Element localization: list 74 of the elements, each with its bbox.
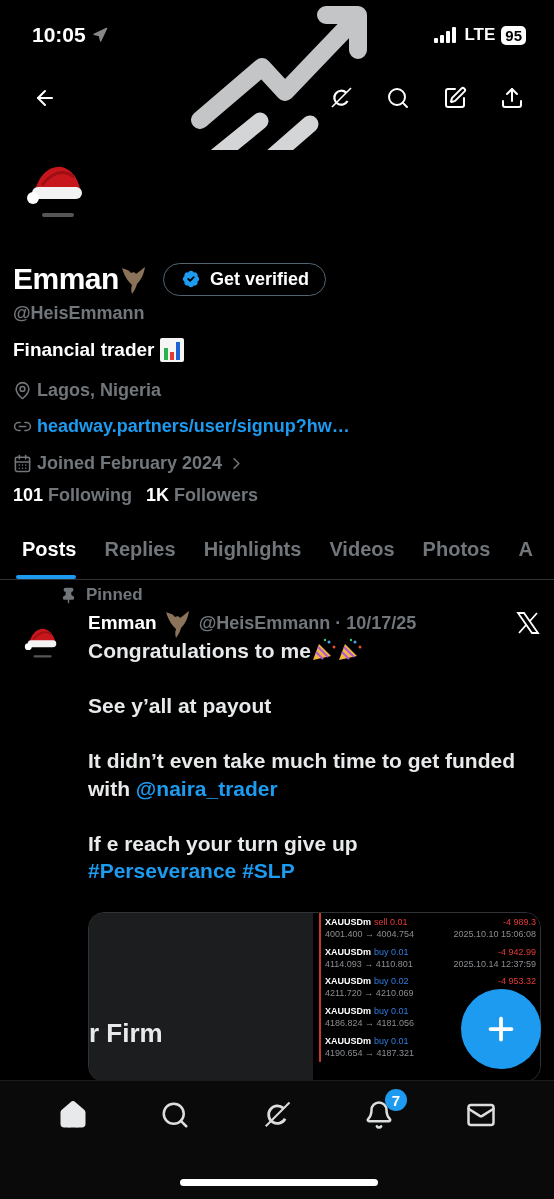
- trade-symbol: XAUUSDm: [325, 1036, 371, 1047]
- trade-prices: 4114.093 → 4110.801: [325, 958, 413, 969]
- signal-icon: [434, 27, 459, 43]
- party-popper-icon: [310, 638, 337, 662]
- pinned-label: Pinned: [86, 585, 143, 605]
- search-icon: [160, 1100, 190, 1130]
- trade-order: buy 0.01: [374, 1036, 409, 1047]
- card-text: r Firm: [89, 1018, 163, 1049]
- mention-link[interactable]: @naira_trader: [135, 776, 278, 800]
- verified-badge-icon: [179, 268, 202, 290]
- pin-icon: [60, 586, 77, 604]
- search-button[interactable]: [386, 85, 410, 110]
- share-button[interactable]: [500, 85, 524, 110]
- stat-label[interactable]: Following: [48, 484, 133, 506]
- trade-profit: -4 953.32: [497, 976, 536, 987]
- get-verified-button[interactable]: Get verified: [162, 262, 326, 296]
- profile-bio: Financial trader: [13, 339, 155, 361]
- calendar-icon: [13, 453, 32, 473]
- trade-time: 2025.10.10 15:06:08: [453, 928, 536, 939]
- website-link[interactable]: headway.partners/user/signup?hw…: [37, 415, 350, 437]
- slashed-circle-icon: [262, 1100, 292, 1130]
- post-text: If e reach your turn give up #Perseverance #SLP: [88, 830, 359, 884]
- stat-count: 1K: [146, 484, 170, 506]
- post-text: It didn’t even take much time to get funded with @naira_trader: [88, 748, 517, 802]
- party-popper-icon: [336, 638, 363, 662]
- profile-tab[interactable]: Highlights: [189, 519, 314, 579]
- network-label: LTE: [464, 25, 496, 45]
- location-arrow-icon: [91, 27, 108, 43]
- trade-symbol: XAUUSDm: [325, 916, 371, 927]
- post-author: Emman: [88, 612, 157, 634]
- trade-prices: 4186.824 → 4181.056: [325, 1018, 415, 1029]
- trade-prices: 4211.720 → 4210.069: [325, 988, 414, 999]
- hashtag-link[interactable]: #Perseverance: [88, 859, 237, 882]
- profile-name: Emman: [13, 262, 119, 296]
- x-mark-icon[interactable]: [516, 611, 540, 635]
- post-media[interactable]: [88, 912, 541, 1082]
- stat-count: 101: [13, 484, 44, 506]
- slashed-circle-icon: [329, 85, 353, 110]
- slashed-circle-button[interactable]: [329, 85, 353, 110]
- trade-order: buy 0.01: [374, 1006, 409, 1017]
- bar-chart-icon: [159, 338, 184, 362]
- notification-badge: 7: [385, 1089, 407, 1111]
- upload-icon: [500, 85, 524, 110]
- status-time: 10:05: [32, 23, 86, 47]
- trade-prices: 4190.654 → 4187.321: [325, 1048, 415, 1059]
- profile-tab[interactable]: Videos: [315, 519, 407, 579]
- post-meta: @HeisEmmann · 10/17/25: [198, 612, 417, 634]
- profile-tab[interactable]: A: [504, 519, 545, 579]
- trade-symbol: XAUUSDm: [325, 1006, 371, 1017]
- profile-tab[interactable]: Replies: [90, 519, 188, 579]
- search-icon: [386, 85, 410, 110]
- profile-tab[interactable]: Photos: [408, 519, 503, 579]
- trade-order: sell 0.01: [374, 916, 408, 927]
- post-text: Congratulations to me: [88, 637, 554, 665]
- trade-profit: -4 942.99: [497, 946, 536, 957]
- joined-date: Joined February 2024: [37, 452, 223, 474]
- post-text: See y’all at payout: [88, 693, 273, 719]
- trade-symbol: XAUUSDm: [325, 976, 371, 987]
- trade-profit: -4 989.3: [502, 916, 536, 927]
- trade-prices: 4001.400 → 4004.754: [325, 928, 415, 939]
- home-icon: [58, 1100, 88, 1130]
- profile-location: Lagos, Nigeria: [37, 379, 162, 401]
- location-pin-icon: [13, 380, 32, 400]
- hashtag-link[interactable]: #SLP: [242, 859, 295, 882]
- trade-symbol: XAUUSDm: [325, 946, 371, 957]
- pencil-icon: [443, 85, 467, 110]
- trade-order: buy 0.02: [374, 976, 409, 987]
- edit-button[interactable]: [443, 85, 467, 110]
- profile-handle: @HeisEmmann: [13, 302, 145, 324]
- trade-time: 2025.10.14 12:37:59: [453, 958, 536, 969]
- profile-tab[interactable]: Posts: [0, 519, 89, 579]
- trade-order: buy 0.01: [374, 946, 409, 957]
- stat-label[interactable]: Followers: [174, 484, 259, 506]
- bell-icon: [364, 1100, 394, 1130]
